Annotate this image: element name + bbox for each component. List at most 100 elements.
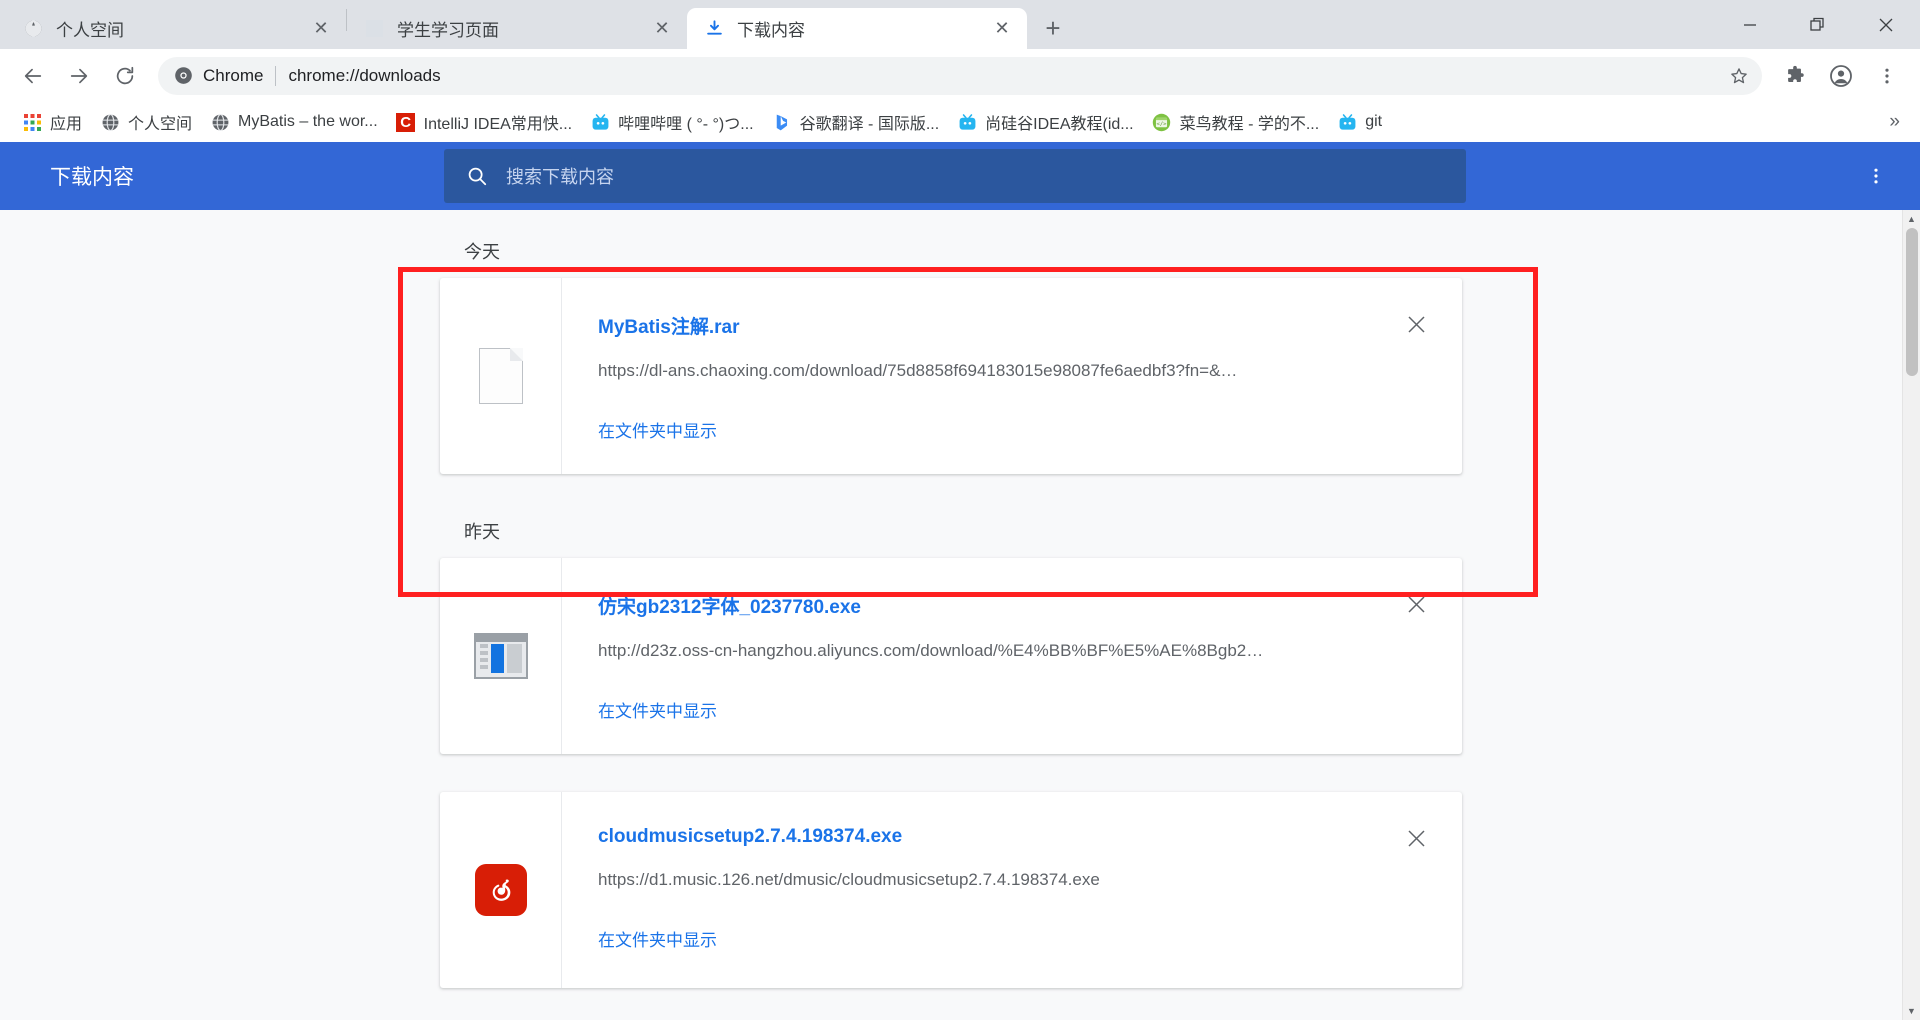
search-input[interactable]: 搜索下载内容: [444, 149, 1466, 203]
tab-strip: 个人空间 ✕ 学生学习页面 ✕ 下载内容 ✕ +: [0, 0, 1920, 49]
search-icon: [466, 165, 488, 187]
window-controls: [1716, 0, 1920, 49]
scroll-up-arrow-icon[interactable]: ▲: [1903, 210, 1920, 228]
bookmark-item[interactable]: C IntelliJ IDEA常用快...: [388, 105, 580, 139]
download-source-url: https://dl-ans.chaoxing.com/download/75d…: [598, 361, 1238, 380]
download-group: 昨天 仿宋gb2312字体_0237780.exe http://d23z.os…: [440, 512, 1462, 988]
scrollbar-thumb[interactable]: [1906, 228, 1918, 376]
bookmarks-bar: 应用 个人空间 MyBatis – the wor... C IntelliJ …: [0, 102, 1920, 142]
globe-icon: [210, 112, 230, 132]
bilibili-icon: [957, 112, 977, 132]
group-date-header: 昨天: [464, 522, 500, 542]
file-icon-cell: [440, 558, 562, 754]
chrome-logo-icon: [174, 66, 193, 85]
bookmark-label: 哔哩哔哩 ( °- °)つ...: [618, 116, 754, 133]
installer-icon: [473, 633, 528, 679]
bookmark-label: git: [1365, 113, 1383, 130]
bookmark-item[interactable]: MyBatis – the wor...: [202, 107, 386, 137]
browser-tab-active[interactable]: 下载内容 ✕: [687, 8, 1027, 49]
file-icon-cell: [440, 792, 562, 988]
browser-toolbar: Chrome chrome://downloads: [0, 49, 1920, 102]
download-group: 今天 MyBatis注解.rar https://dl-ans.chaoxing…: [440, 232, 1462, 474]
downloads-content: 今天 MyBatis注解.rar https://dl-ans.chaoxing…: [0, 210, 1920, 1020]
vertical-scrollbar[interactable]: ▲ ▼: [1902, 210, 1920, 1020]
downloads-list: 今天 MyBatis注解.rar https://dl-ans.chaoxing…: [440, 210, 1462, 988]
tab-close-button[interactable]: ✕: [989, 16, 1015, 42]
remove-download-button[interactable]: [1396, 584, 1436, 624]
chrome-label: Chrome: [203, 65, 264, 85]
bookmark-label: MyBatis – the wor...: [238, 113, 378, 130]
bookmark-apps[interactable]: 应用: [14, 105, 90, 139]
globe-icon: [22, 18, 44, 40]
bookmark-label: 个人空间: [128, 116, 193, 133]
download-filename-link[interactable]: MyBatis注解.rar: [598, 312, 1462, 339]
csdn-icon: C: [396, 112, 416, 132]
browser-tab[interactable]: 个人空间 ✕: [6, 8, 346, 49]
globe-icon: [100, 112, 120, 132]
three-dot-menu-icon[interactable]: [1856, 156, 1896, 196]
bookmark-label: 应用: [50, 116, 83, 133]
restore-button[interactable]: [1784, 0, 1852, 49]
tab-title: 个人空间: [56, 21, 124, 40]
address-bar[interactable]: Chrome chrome://downloads: [158, 56, 1762, 95]
apps-grid-icon: [22, 112, 42, 132]
bookmark-item[interactable]: </> 菜鸟教程 - 学的不...: [1144, 105, 1328, 139]
bilibili-icon: [590, 112, 610, 132]
three-dot-menu-icon[interactable]: [1866, 55, 1908, 97]
remove-download-button[interactable]: [1396, 818, 1436, 858]
bookmark-item[interactable]: git: [1329, 107, 1390, 137]
bilibili-icon: [1337, 112, 1357, 132]
bookmarks-overflow-button[interactable]: »: [1879, 107, 1910, 137]
download-item[interactable]: cloudmusicsetup2.7.4.198374.exe https://…: [440, 792, 1462, 988]
download-source-url: https://d1.music.126.net/dmusic/cloudmus…: [598, 870, 1100, 889]
bing-icon: [772, 112, 792, 132]
minimize-button[interactable]: [1716, 0, 1784, 49]
netease-music-icon: [474, 864, 527, 916]
chrome-identity: Chrome: [174, 66, 263, 86]
bookmark-label: IntelliJ IDEA常用快...: [423, 116, 573, 133]
remove-download-button[interactable]: [1396, 304, 1436, 344]
show-in-folder-link[interactable]: 在文件夹中显示: [598, 417, 717, 442]
download-icon: [703, 18, 725, 40]
bookmark-item[interactable]: 个人空间: [92, 105, 200, 139]
bookmark-item[interactable]: 尚硅谷IDEA教程(id...: [949, 105, 1141, 139]
forward-arrow-icon[interactable]: [58, 55, 100, 97]
back-arrow-icon[interactable]: [12, 55, 54, 97]
blank-page-icon: [363, 18, 385, 40]
bookmark-label: 谷歌翻译 - 国际版...: [799, 116, 940, 133]
tab-close-button[interactable]: ✕: [649, 16, 675, 42]
account-icon[interactable]: [1820, 55, 1862, 97]
tab-title: 下载内容: [737, 21, 805, 40]
show-in-folder-link[interactable]: 在文件夹中显示: [598, 926, 717, 951]
runoob-icon: </>: [1152, 112, 1172, 132]
download-details: 仿宋gb2312字体_0237780.exe http://d23z.oss-c…: [562, 558, 1462, 754]
search-placeholder: 搜索下载内容: [506, 167, 614, 187]
bookmark-item[interactable]: 哔哩哔哩 ( °- °)つ...: [582, 105, 761, 139]
tab-title: 学生学习页面: [397, 21, 499, 40]
reload-icon[interactable]: [104, 55, 146, 97]
download-details: MyBatis注解.rar https://dl-ans.chaoxing.co…: [562, 278, 1462, 474]
download-filename-link[interactable]: cloudmusicsetup2.7.4.198374.exe: [598, 826, 1462, 848]
omnibox-divider: [275, 65, 277, 86]
browser-tab[interactable]: 学生学习页面 ✕: [347, 8, 687, 49]
new-tab-button[interactable]: +: [1035, 10, 1071, 46]
downloads-header: 下载内容 搜索下载内容: [0, 142, 1920, 210]
bookmark-label: 菜鸟教程 - 学的不...: [1179, 116, 1320, 133]
page-title: 下载内容: [50, 166, 134, 189]
download-details: cloudmusicsetup2.7.4.198374.exe https://…: [562, 792, 1462, 988]
close-button[interactable]: [1852, 0, 1920, 49]
star-icon[interactable]: [1722, 59, 1756, 93]
file-icon-cell: [440, 278, 562, 474]
download-filename-link[interactable]: 仿宋gb2312字体_0237780.exe: [598, 592, 1462, 619]
download-item[interactable]: MyBatis注解.rar https://dl-ans.chaoxing.co…: [440, 278, 1462, 474]
download-source-url: http://d23z.oss-cn-hangzhou.aliyuncs.com…: [598, 641, 1264, 660]
bookmark-item[interactable]: 谷歌翻译 - 国际版...: [764, 105, 948, 139]
scroll-down-arrow-icon[interactable]: ▼: [1903, 1002, 1920, 1020]
tab-close-button[interactable]: ✕: [308, 16, 334, 42]
download-item[interactable]: 仿宋gb2312字体_0237780.exe http://d23z.oss-c…: [440, 558, 1462, 754]
url-text: chrome://downloads: [288, 65, 441, 85]
show-in-folder-link[interactable]: 在文件夹中显示: [598, 697, 717, 722]
generic-file-icon: [478, 348, 523, 404]
downloads-scroll-area: 今天 MyBatis注解.rar https://dl-ans.chaoxing…: [0, 210, 1902, 1020]
puzzle-icon[interactable]: [1774, 55, 1816, 97]
